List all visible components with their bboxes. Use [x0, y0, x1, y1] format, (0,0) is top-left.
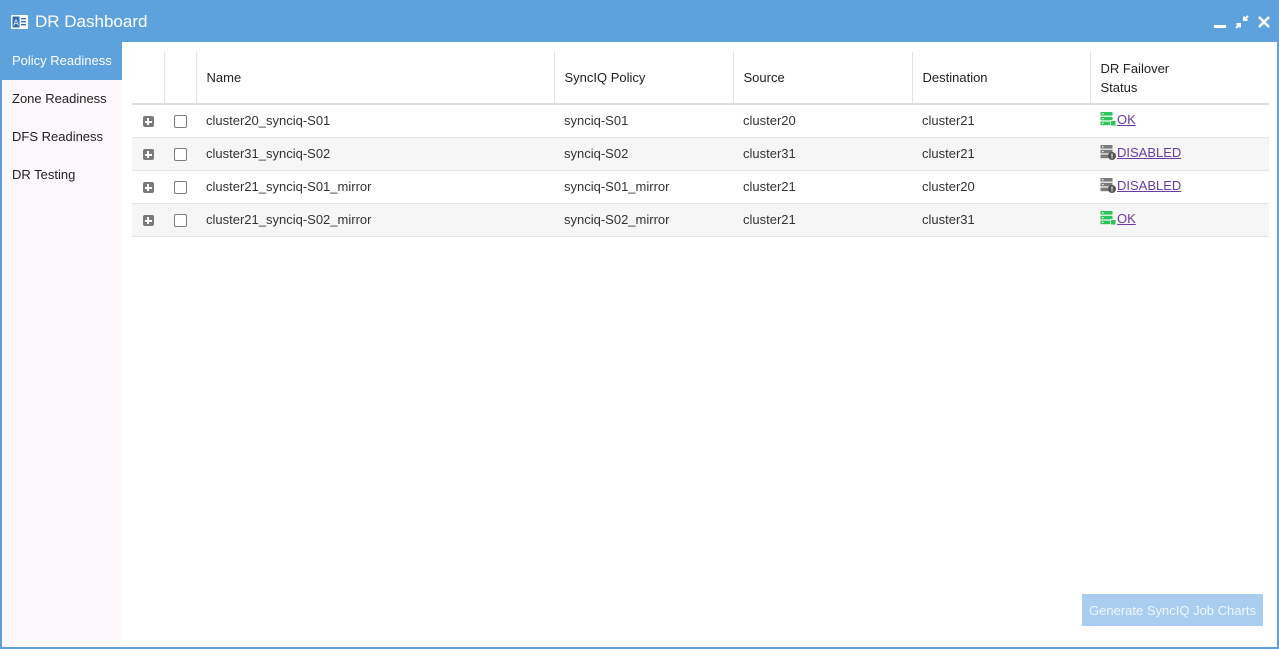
- sidebar-item-zone-readiness[interactable]: Zone Readiness: [2, 80, 122, 118]
- expand-row-icon[interactable]: [142, 215, 154, 227]
- cell-policy: synciq-S02: [554, 137, 733, 171]
- table-header-row: Name SyncIQ Policy Source Destination DR…: [132, 52, 1269, 105]
- title-bar[interactable]: A DR Dashboard: [2, 2, 1277, 42]
- expand-row-icon[interactable]: [142, 149, 154, 161]
- cell-name: cluster21_synciq-S01_mirror: [196, 170, 554, 204]
- app-icon: A: [11, 15, 28, 29]
- sidebar-item-dfs-readiness[interactable]: DFS Readiness: [2, 118, 122, 156]
- table-row[interactable]: cluster20_synciq-S01 synciq-S01 cluster20 c…: [132, 104, 1269, 138]
- status-link[interactable]: OK: [1100, 210, 1136, 226]
- row-expand-cell: [132, 137, 164, 171]
- status-link[interactable]: DISABLED: [1100, 144, 1181, 160]
- status-text: OK: [1117, 210, 1136, 226]
- policy-grid-container: Name SyncIQ Policy Source Destination DR…: [132, 52, 1269, 242]
- minimize-icon[interactable]: [1213, 14, 1227, 30]
- expand-row-icon[interactable]: [142, 182, 154, 194]
- expand-column-header: [132, 52, 164, 105]
- cell-status: OK: [1090, 104, 1269, 138]
- cell-name: cluster21_synciq-S02_mirror: [196, 203, 554, 237]
- server-warning-icon: [1100, 177, 1116, 193]
- cell-name: cluster31_synciq-S02: [196, 137, 554, 171]
- server-ok-icon: [1100, 210, 1117, 226]
- cell-destination: cluster21: [912, 137, 1090, 171]
- cell-source: cluster21: [733, 170, 912, 204]
- row-select-cell: [164, 203, 196, 237]
- row-select-checkbox[interactable]: [173, 181, 187, 195]
- table-row[interactable]: cluster21_synciq-S01_mirror synciq-S01_mi…: [132, 170, 1269, 204]
- row-select-cell: [164, 104, 196, 138]
- dr-dashboard-window: A DR Dashboard Policy Readiness Zone Rea…: [0, 0, 1279, 649]
- cell-policy: synciq-S01: [554, 104, 733, 138]
- column-header-status[interactable]: DR Failover Status: [1089, 52, 1269, 105]
- status-link[interactable]: DISABLED: [1100, 177, 1181, 193]
- sidebar-item-dr-testing[interactable]: DR Testing: [2, 156, 122, 194]
- cell-policy: synciq-S01_mirror: [554, 170, 733, 204]
- cell-source: cluster20: [733, 104, 912, 138]
- sidebar-nav: Policy Readiness Zone Readiness DFS Read…: [2, 42, 122, 647]
- row-expand-cell: [132, 104, 164, 138]
- column-header-destination[interactable]: Destination: [911, 52, 1090, 105]
- table-row[interactable]: cluster31_synciq-S02 synciq-S02 cluster31 c…: [132, 137, 1269, 171]
- cell-destination: cluster20: [912, 170, 1090, 204]
- cell-name: cluster20_synciq-S01: [196, 104, 554, 138]
- select-column-header: [163, 52, 196, 105]
- generate-synciq-job-charts-button[interactable]: Generate SyncIQ Job Charts: [1082, 594, 1263, 626]
- server-warning-icon: [1100, 144, 1116, 160]
- close-icon[interactable]: [1257, 14, 1271, 30]
- cell-status: DISABLED: [1090, 170, 1269, 204]
- row-expand-cell: [132, 170, 164, 204]
- table-row[interactable]: cluster21_synciq-S02_mirror synciq-S02_mi…: [132, 203, 1269, 237]
- cell-status: OK: [1090, 203, 1269, 237]
- row-select-checkbox[interactable]: [173, 115, 187, 129]
- column-header-source[interactable]: Source: [732, 52, 912, 105]
- cell-source: cluster21: [733, 203, 912, 237]
- window-title: DR Dashboard: [35, 12, 148, 31]
- expand-row-icon[interactable]: [142, 116, 154, 128]
- status-header-line2: Status: [1100, 79, 1138, 95]
- svg-text:A: A: [13, 19, 19, 28]
- window-controls: [1213, 14, 1271, 32]
- status-text: DISABLED: [1117, 144, 1182, 160]
- restore-icon[interactable]: [1235, 14, 1249, 30]
- cell-status: DISABLED: [1090, 137, 1269, 171]
- row-select-cell: [164, 170, 196, 204]
- status-text: DISABLED: [1117, 177, 1182, 193]
- cell-destination: cluster31: [912, 203, 1090, 237]
- status-link[interactable]: OK: [1100, 111, 1136, 127]
- row-select-checkbox[interactable]: [173, 148, 187, 162]
- column-header-policy[interactable]: SyncIQ Policy: [553, 52, 733, 105]
- row-select-checkbox[interactable]: [173, 214, 187, 228]
- policy-table: Name SyncIQ Policy Source Destination DR…: [132, 52, 1269, 237]
- status-text: OK: [1117, 111, 1136, 127]
- cell-policy: synciq-S02_mirror: [554, 203, 733, 237]
- column-header-name[interactable]: Name: [195, 52, 554, 105]
- row-select-cell: [164, 137, 196, 171]
- sidebar-item-policy-readiness[interactable]: Policy Readiness: [2, 42, 122, 80]
- row-expand-cell: [132, 203, 164, 237]
- cell-source: cluster31: [733, 137, 912, 171]
- cell-destination: cluster21: [912, 104, 1090, 138]
- server-ok-icon: [1100, 111, 1117, 127]
- status-header-line1: DR Failover: [1100, 60, 1170, 76]
